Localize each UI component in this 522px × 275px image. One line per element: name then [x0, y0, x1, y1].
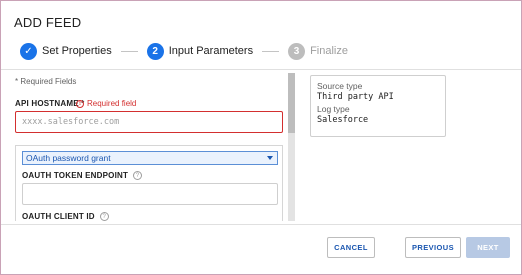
api-hostname-placeholder: xxxx.salesforce.com — [22, 117, 120, 127]
step-3-number: 3 — [288, 42, 306, 60]
step-3-label: Finalize — [310, 45, 348, 57]
help-icon[interactable]: ? — [99, 212, 109, 221]
dialog-title: ADD FEED — [14, 15, 82, 30]
step-connector — [262, 50, 280, 52]
step-2-number: 2 — [146, 42, 164, 60]
oauth-token-endpoint-label: OAUTH TOKEN ENDPOINT — [22, 171, 129, 180]
feed-summary-box: Source type Third party API Log type Sal… — [310, 75, 446, 137]
api-hostname-input[interactable]: xxxx.salesforce.com — [15, 111, 283, 133]
api-hostname-error: ! Required field — [76, 99, 136, 108]
oauth-client-id-label-row: OAUTH CLIENT ID? — [22, 212, 109, 221]
chevron-down-icon — [267, 156, 273, 160]
api-hostname-label: API HOSTNAME * — [15, 99, 85, 108]
step-2-label: Input Parameters — [168, 45, 254, 57]
form-scrollbar-thumb[interactable] — [288, 73, 295, 133]
api-hostname-error-text: Required field — [87, 99, 137, 108]
source-type-key: Source type — [317, 81, 363, 91]
oauth-token-endpoint-input[interactable] — [22, 183, 278, 205]
step-1-label: Set Properties — [42, 45, 112, 57]
stepper: ✓ Set Properties 2 Input Parameters 3 Fi… — [20, 41, 348, 61]
oauth-token-endpoint-label-row: OAUTH TOKEN ENDPOINT? — [22, 171, 143, 181]
log-type-value: Salesforce — [317, 114, 369, 125]
step-connector — [120, 50, 138, 52]
oauth-panel: OAuth password grant OAUTH TOKEN ENDPOIN… — [15, 145, 283, 221]
form-scroll-area[interactable]: * Required Fields API HOSTNAME * ! Requi… — [14, 73, 284, 221]
next-button[interactable]: NEXT — [466, 237, 510, 258]
step-1-check-icon: ✓ — [20, 42, 37, 60]
previous-button[interactable]: PREVIOUS — [405, 237, 461, 258]
grant-type-value: OAuth password grant — [26, 153, 111, 163]
log-type-key: Log type — [317, 104, 350, 114]
error-icon: ! — [76, 99, 84, 108]
source-type-value: Third party API — [317, 91, 394, 102]
oauth-client-id-label: OAUTH CLIENT ID — [22, 212, 95, 221]
cancel-button[interactable]: CANCEL — [327, 237, 375, 258]
grant-type-select[interactable]: OAuth password grant — [22, 151, 278, 165]
help-icon[interactable]: ? — [133, 171, 143, 181]
header-divider — [1, 69, 521, 70]
add-feed-dialog: ADD FEED ✓ Set Properties 2 Input Parame… — [0, 0, 522, 275]
footer-divider — [1, 224, 521, 225]
required-fields-note: * Required Fields — [15, 77, 77, 86]
